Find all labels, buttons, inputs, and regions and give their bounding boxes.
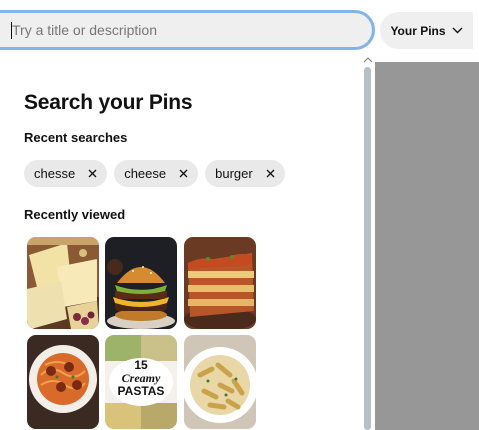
spaghetti-meatballs-image xyxy=(27,335,99,429)
scroll-up-arrow-icon[interactable] xyxy=(363,56,373,64)
your-pins-filter-button[interactable]: Your Pins xyxy=(380,12,473,49)
search-bar[interactable] xyxy=(0,10,375,50)
search-input[interactable] xyxy=(10,13,362,47)
chip-label: burger xyxy=(215,166,253,181)
chip-label: cheese xyxy=(124,166,167,181)
pin-card[interactable] xyxy=(184,335,256,429)
burger-image xyxy=(105,237,177,329)
filter-label: Your Pins xyxy=(390,23,446,38)
collage-word-2: PASTAS xyxy=(118,384,165,398)
close-icon[interactable] xyxy=(88,169,97,178)
pin-card[interactable] xyxy=(27,237,99,329)
lasagna-image xyxy=(184,237,256,329)
pasta-collage-image: 15 Creamy PASTAS xyxy=(105,335,177,429)
pin-card[interactable] xyxy=(105,237,177,329)
close-icon[interactable] xyxy=(266,169,275,178)
recent-searches-list: chesse cheese burger xyxy=(24,160,285,187)
cheese-board-image xyxy=(27,237,99,329)
scrollbar-thumb[interactable] xyxy=(364,67,371,430)
chip-label: chesse xyxy=(34,166,76,181)
pin-card[interactable] xyxy=(27,335,99,429)
panel-title: Search your Pins xyxy=(24,91,193,114)
recent-search-chip[interactable]: cheese xyxy=(114,160,199,187)
recent-searches-label: Recent searches xyxy=(24,130,128,145)
pin-card[interactable]: 15 Creamy PASTAS xyxy=(105,335,177,429)
text-caret xyxy=(11,22,12,39)
recent-search-chip[interactable]: burger xyxy=(205,160,285,187)
collage-word-1: Creamy xyxy=(122,371,161,385)
pin-card[interactable] xyxy=(184,237,256,329)
penne-pasta-image xyxy=(184,335,256,429)
page-overlay xyxy=(375,62,479,430)
recent-search-chip[interactable]: chesse xyxy=(24,160,108,187)
chevron-down-icon xyxy=(452,27,463,34)
close-icon[interactable] xyxy=(179,169,188,178)
collage-number: 15 xyxy=(134,358,148,372)
recently-viewed-label: Recently viewed xyxy=(24,207,126,222)
